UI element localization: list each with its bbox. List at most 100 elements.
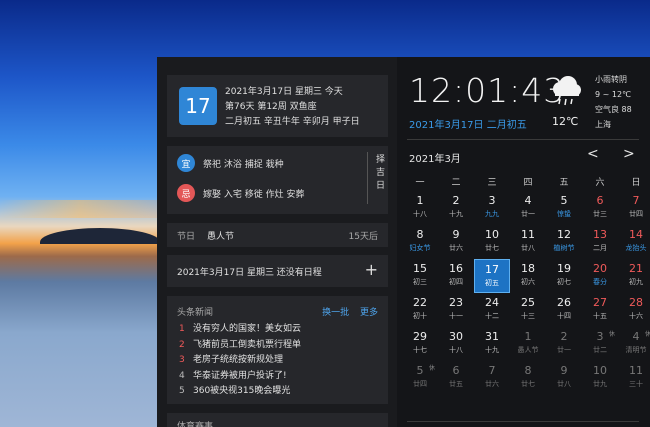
calendar-day[interactable]: 5 惊蛰 (546, 191, 582, 225)
calendar-day[interactable]: 10 廿九 (582, 361, 618, 395)
day-number: 7 (632, 194, 640, 207)
day-number: 27 (593, 296, 607, 309)
calendar-day[interactable]: 24 十二 (474, 293, 510, 327)
day-number: 25 (521, 296, 535, 309)
calendar-day-today[interactable]: 17 初五 (474, 259, 510, 293)
day-number: 12 (557, 228, 571, 241)
lunar-label: 十七 (413, 346, 427, 354)
news-refresh-link[interactable]: 换一批 (322, 308, 349, 318)
calendar-day[interactable]: 27 十五 (582, 293, 618, 327)
calendar-day[interactable]: 8 妇女节 (402, 225, 438, 259)
news-item[interactable]: 2 飞猪前员工倒卖机票行程单 (179, 338, 301, 354)
day-number: 2 (560, 330, 568, 343)
lunar-label: 十三 (521, 312, 535, 320)
day-number: 3 (488, 194, 496, 207)
calendar-day[interactable]: 26 十四 (546, 293, 582, 327)
day-number: 23 (449, 296, 463, 309)
month-title[interactable]: 2021年3月 (409, 150, 461, 165)
day-number: 1 (416, 194, 424, 207)
day-number: 20 (593, 262, 607, 275)
weather-range: 9 ~ 12℃ (595, 90, 632, 99)
zeji-button[interactable]: 择吉日 (376, 154, 386, 193)
date-line-3: 二月初五 辛丑牛年 辛卯月 甲子日 (225, 117, 360, 127)
calendar-day[interactable]: 15 初三 (402, 259, 438, 293)
calendar-day[interactable]: 5 廿四休 (402, 361, 438, 395)
day-number: 10 (485, 228, 499, 241)
day-number: 8 (416, 228, 424, 241)
calendar-day[interactable]: 28 十六 (618, 293, 650, 327)
calendar-day[interactable]: 7 廿四 (618, 191, 650, 225)
yi-badge: 宜 (177, 154, 195, 172)
next-month-button[interactable]: > (623, 146, 635, 162)
calendar-day[interactable]: 20 春分 (582, 259, 618, 293)
calendar-grid: 1 十八 2 十九 3 九九 4 廿一 5 惊蛰 6 廿三 7 廿四 8 妇女节 9 廿六 10 廿七 11 廿八 12 植树… (402, 191, 650, 395)
add-schedule-button[interactable]: + (365, 260, 378, 279)
calendar-day[interactable]: 10 廿七 (474, 225, 510, 259)
calendar-day[interactable]: 14 龙抬头 (618, 225, 650, 259)
day-number: 24 (485, 296, 499, 309)
current-temperature: 12℃ (552, 115, 579, 128)
calendar-day[interactable]: 2 十九 (438, 191, 474, 225)
calendar-day[interactable]: 30 十八 (438, 327, 474, 361)
day-number: 5 (560, 194, 568, 207)
clock-date[interactable]: 2021年3月17日 二月初五 (409, 116, 527, 131)
calendar-day[interactable]: 11 廿八 (510, 225, 546, 259)
calendar-day[interactable]: 29 十七 (402, 327, 438, 361)
news-item[interactable]: 3 老房子统统按新规处理 (179, 353, 301, 369)
calendar-day[interactable]: 11 三十 (618, 361, 650, 395)
calendar-day[interactable]: 9 廿八 (546, 361, 582, 395)
calendar-day[interactable]: 16 初四 (438, 259, 474, 293)
day-number: 13 (593, 228, 607, 241)
festival-card[interactable]: 节日 愚人节 15天后 (167, 223, 388, 247)
day-number: 4 (524, 194, 532, 207)
calendar-day[interactable]: 19 初七 (546, 259, 582, 293)
calendar-day[interactable]: 6 廿五 (438, 361, 474, 395)
calendar-day[interactable]: 31 十九 (474, 327, 510, 361)
day-number: 6 (452, 364, 460, 377)
weekday-header: 一 二 三 四 五 六 日 (402, 175, 650, 188)
day-number: 1 (524, 330, 532, 343)
news-item[interactable]: 1 没有穷人的国家！美女如云 (179, 322, 301, 338)
calendar-day[interactable]: 9 廿六 (438, 225, 474, 259)
lunar-label: 十八 (449, 346, 463, 354)
calendar-day[interactable]: 12 植树节 (546, 225, 582, 259)
news-more-link[interactable]: 更多 (360, 308, 378, 318)
calendar-day[interactable]: 13 二月 (582, 225, 618, 259)
yi-text: 祭祀 沐浴 捕捉 栽种 (203, 159, 284, 170)
calendar-day[interactable]: 6 廿三 (582, 191, 618, 225)
lunar-label: 清明节 (625, 346, 647, 354)
lunar-label: 十九 (485, 346, 499, 354)
weekday: 一 (415, 178, 425, 188)
weather-desc: 小雨转阴 (595, 75, 627, 84)
prev-month-button[interactable]: < (587, 146, 599, 162)
calendar-day[interactable]: 2 廿一 (546, 327, 582, 361)
calendar-day[interactable]: 21 初九 (618, 259, 650, 293)
lunar-label: 三十 (629, 380, 643, 388)
lunar-label: 廿一 (557, 346, 571, 354)
calendar-day[interactable]: 7 廿六 (474, 361, 510, 395)
calendar-day[interactable]: 18 初六 (510, 259, 546, 293)
lunar-label: 十二 (485, 312, 499, 320)
weather-details[interactable]: 小雨转阴 9 ~ 12℃ 空气良 88 上海 (595, 72, 632, 132)
calendar-day[interactable]: 23 十一 (438, 293, 474, 327)
holiday-badge: 休 (644, 331, 650, 338)
calendar-day[interactable]: 3 九九 (474, 191, 510, 225)
calendar-day[interactable]: 1 十八 (402, 191, 438, 225)
calendar-day[interactable]: 1 愚人节 (510, 327, 546, 361)
calendar-day[interactable]: 3 廿二休 (582, 327, 618, 361)
calendar-day[interactable]: 22 初十 (402, 293, 438, 327)
day-number: 28 (629, 296, 643, 309)
lunar-label: 十八 (413, 210, 427, 218)
lunar-label: 初五 (485, 279, 499, 287)
news-item[interactable]: 5 360被央视315晚会曝光 (179, 384, 301, 400)
news-card: 头条新闻 换一批 更多 1 没有穷人的国家！美女如云 2 飞猪前员工倒卖机票行程单 … (167, 296, 388, 404)
holiday-badge: 休 (428, 365, 435, 372)
day-number: 21 (629, 262, 643, 275)
day-number: 6 (596, 194, 604, 207)
calendar-day[interactable]: 25 十三 (510, 293, 546, 327)
calendar-day[interactable]: 4 清明节休 (618, 327, 650, 361)
calendar-day[interactable]: 8 廿七 (510, 361, 546, 395)
date-card: 17 2021年3月17日 星期三 今天 第76天 第12周 双鱼座 二月初五 … (167, 75, 388, 137)
news-item[interactable]: 4 华泰证券被用户投诉了! (179, 369, 301, 385)
calendar-day[interactable]: 4 廿一 (510, 191, 546, 225)
